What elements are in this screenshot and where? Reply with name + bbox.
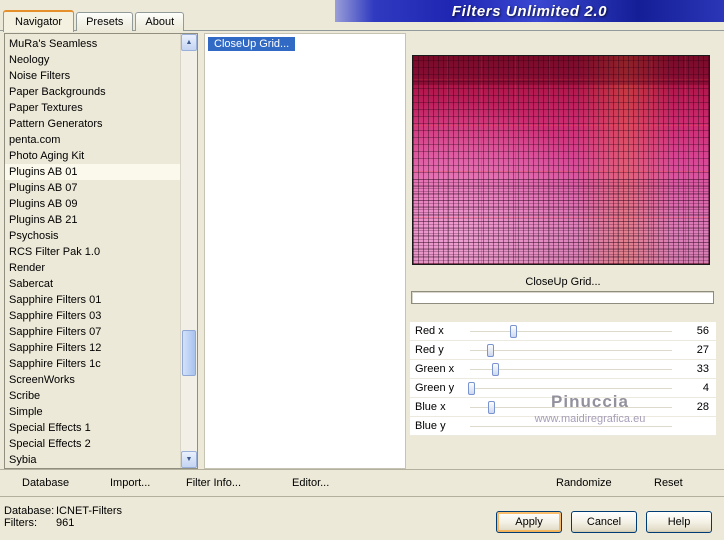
nav-item[interactable]: MuRa's Seamless bbox=[5, 36, 180, 52]
tab-navigator[interactable]: Navigator bbox=[3, 10, 75, 32]
param-slider[interactable] bbox=[468, 398, 674, 416]
nav-item[interactable]: Psychosis bbox=[5, 228, 180, 244]
slider-track-line bbox=[470, 331, 672, 332]
slider-thumb[interactable] bbox=[487, 401, 495, 414]
navigator-scrollbar[interactable]: ▲ ▼ bbox=[180, 34, 197, 468]
param-slider[interactable] bbox=[468, 341, 674, 359]
database-button[interactable]: Database bbox=[22, 477, 69, 489]
scroll-up-icon[interactable]: ▲ bbox=[181, 34, 197, 51]
param-label: Red y bbox=[415, 344, 444, 356]
nav-item[interactable]: Scribe bbox=[5, 388, 180, 404]
param-value: 33 bbox=[696, 363, 709, 375]
nav-item[interactable]: Plugins AB 09 bbox=[5, 196, 180, 212]
nav-item[interactable]: RCS Filter Pak 1.0 bbox=[5, 244, 180, 260]
status-filters-label: Filters: bbox=[4, 517, 37, 529]
slider-track-line bbox=[470, 350, 672, 351]
param-label: Green x bbox=[415, 363, 455, 375]
status-filters-value: 961 bbox=[56, 517, 75, 529]
slider-track-line bbox=[470, 407, 672, 408]
status-database-label: Database: bbox=[4, 505, 55, 517]
nav-item[interactable]: Simple bbox=[5, 404, 180, 420]
param-slider[interactable] bbox=[468, 322, 674, 340]
apply-button[interactable]: Apply bbox=[496, 511, 562, 533]
param-value: 4 bbox=[702, 382, 709, 394]
tab-about[interactable]: About bbox=[135, 12, 185, 31]
preview-image bbox=[412, 55, 710, 265]
slider-thumb[interactable] bbox=[510, 325, 518, 338]
param-value: 28 bbox=[696, 401, 709, 413]
status-filters: Filters: 961 bbox=[4, 517, 74, 529]
status-database: Database: ICNET-Filters bbox=[4, 505, 122, 517]
nav-item[interactable]: Photo Aging Kit bbox=[5, 148, 180, 164]
toolbar: Database Import... Filter Info... Editor… bbox=[0, 469, 724, 497]
title-band: Filters Unlimited 2.0 bbox=[335, 0, 724, 22]
filter-list-panel: CloseUp Grid... bbox=[204, 33, 406, 469]
tab-bar: Navigator Presets About bbox=[3, 7, 186, 32]
help-button[interactable]: Help bbox=[646, 511, 712, 533]
slider-thumb[interactable] bbox=[468, 382, 476, 395]
param-slider[interactable] bbox=[468, 417, 674, 435]
filter-item-selected[interactable]: CloseUp Grid... bbox=[208, 37, 296, 51]
param-slider[interactable] bbox=[468, 360, 674, 378]
nav-item[interactable]: Sapphire Filters 01 bbox=[5, 292, 180, 308]
navigator-panel: MuRa's Seamless Neology Noise Filters Pa… bbox=[4, 33, 198, 469]
nav-item[interactable]: Paper Backgrounds bbox=[5, 84, 180, 100]
nav-item[interactable]: Sabercat bbox=[5, 276, 180, 292]
tab-presets[interactable]: Presets bbox=[76, 12, 134, 31]
param-label: Blue x bbox=[415, 401, 446, 413]
editor-button[interactable]: Editor... bbox=[292, 477, 329, 489]
status-bar: Database: ICNET-Filters Filters: 961 Apply… bbox=[0, 497, 724, 540]
nav-item[interactable]: penta.com bbox=[5, 132, 180, 148]
import-button[interactable]: Import... bbox=[110, 477, 150, 489]
cancel-button[interactable]: Cancel bbox=[571, 511, 637, 533]
param-row: Red y 27 bbox=[410, 341, 716, 360]
param-label: Red x bbox=[415, 325, 444, 337]
navigator-items: MuRa's Seamless Neology Noise Filters Pa… bbox=[5, 34, 180, 468]
param-slider[interactable] bbox=[468, 379, 674, 397]
preview-caption: CloseUp Grid... bbox=[525, 276, 601, 288]
slider-thumb[interactable] bbox=[486, 344, 494, 357]
param-row: Blue y bbox=[410, 417, 716, 436]
nav-item[interactable]: Sapphire Filters 12 bbox=[5, 340, 180, 356]
param-row: Red x 56 bbox=[410, 322, 716, 341]
nav-item-selected[interactable]: Plugins AB 01 bbox=[5, 164, 180, 180]
param-row: Blue x 28 bbox=[410, 398, 716, 417]
reset-button[interactable]: Reset bbox=[654, 477, 683, 489]
preview-panel: CloseUp Grid... Red x 56 Red y 27 Green … bbox=[410, 33, 716, 469]
nav-item[interactable]: ScreenWorks bbox=[5, 372, 180, 388]
param-row: Green x 33 bbox=[410, 360, 716, 379]
param-row: Green y 4 bbox=[410, 379, 716, 398]
nav-item[interactable]: Sapphire Filters 1c bbox=[5, 356, 180, 372]
nav-item[interactable]: Render bbox=[5, 260, 180, 276]
nav-item[interactable]: Plugins AB 21 bbox=[5, 212, 180, 228]
filters-unlimited-dialog: Filters Unlimited 2.0 Navigator Presets … bbox=[0, 0, 724, 540]
scroll-down-icon[interactable]: ▼ bbox=[181, 451, 197, 468]
status-database-value: ICNET-Filters bbox=[56, 505, 122, 517]
slider-track-line bbox=[470, 388, 672, 389]
param-label: Blue y bbox=[415, 420, 446, 432]
progress-bar bbox=[411, 291, 714, 304]
app-title: Filters Unlimited 2.0 bbox=[451, 2, 608, 20]
filter-info-button[interactable]: Filter Info... bbox=[186, 477, 241, 489]
slider-track-line bbox=[470, 426, 672, 427]
nav-item[interactable]: Plugins AB 07 bbox=[5, 180, 180, 196]
nav-item[interactable]: Special Effects 2 bbox=[5, 436, 180, 452]
param-value: 56 bbox=[696, 325, 709, 337]
nav-item[interactable]: Pattern Generators bbox=[5, 116, 180, 132]
nav-item[interactable]: Special Effects 1 bbox=[5, 420, 180, 436]
nav-item[interactable]: Neology bbox=[5, 52, 180, 68]
nav-item[interactable]: Sapphire Filters 07 bbox=[5, 324, 180, 340]
nav-item[interactable]: Paper Textures bbox=[5, 100, 180, 116]
slider-thumb[interactable] bbox=[491, 363, 499, 376]
scrollbar-thumb[interactable] bbox=[182, 330, 196, 376]
parameter-sliders: Red x 56 Red y 27 Green x 33 Green y 4 B… bbox=[410, 322, 716, 436]
nav-item[interactable]: Sybia bbox=[5, 452, 180, 468]
param-label: Green y bbox=[415, 382, 455, 394]
slider-track-line bbox=[470, 369, 672, 370]
param-value: 27 bbox=[696, 344, 709, 356]
nav-item[interactable]: Sapphire Filters 03 bbox=[5, 308, 180, 324]
randomize-button[interactable]: Randomize bbox=[556, 477, 612, 489]
nav-item[interactable]: Noise Filters bbox=[5, 68, 180, 84]
